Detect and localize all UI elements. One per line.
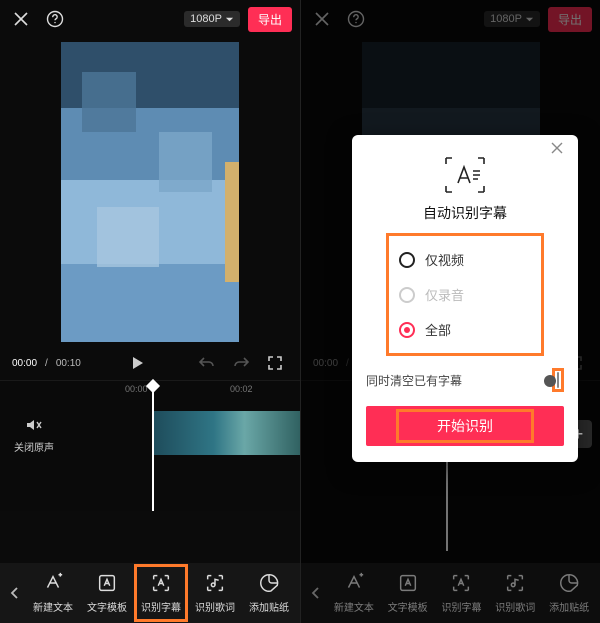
- tool-label: 识别歌词: [195, 599, 235, 614]
- tool-auto-subtitle: 识别字幕: [435, 566, 489, 620]
- redo-button[interactable]: [228, 350, 254, 376]
- modal-close-button[interactable]: [550, 141, 570, 161]
- time-current: 00:00: [12, 358, 37, 369]
- sticker-icon: [258, 572, 280, 594]
- export-button[interactable]: 导出: [248, 7, 292, 32]
- mute-label: 关闭原声: [14, 439, 54, 454]
- text-plus-icon: [343, 572, 365, 594]
- top-bar: 1080P 导出: [0, 0, 300, 38]
- preview-frame: [61, 42, 239, 342]
- lyrics-icon: [204, 572, 226, 594]
- speaker-mute-icon: [24, 415, 44, 435]
- resolution-label: 1080P: [190, 13, 222, 25]
- switch-highlight-box: [552, 368, 564, 392]
- timeline-clip[interactable]: [152, 411, 306, 455]
- tool-add-sticker: 添加贴纸: [542, 566, 596, 620]
- tool-auto-lyrics[interactable]: 识别歌词: [188, 566, 242, 620]
- tool-add-sticker[interactable]: 添加贴纸: [242, 566, 296, 620]
- mute-original-button[interactable]: 关闭原声: [14, 415, 54, 454]
- toolbar-back-button: [305, 563, 327, 623]
- editor-pane-left: 1080P 导出 00:00 / 00:10: [0, 0, 300, 623]
- chevron-down-icon: [225, 15, 234, 24]
- tool-label: 新建文本: [334, 599, 374, 614]
- timeline[interactable]: 00:00 00:02 关闭原声: [0, 380, 300, 511]
- option-label: 全部: [425, 320, 451, 339]
- undo-button[interactable]: [194, 350, 220, 376]
- template-icon: [96, 572, 118, 594]
- fullscreen-button[interactable]: [262, 350, 288, 376]
- ruler-tick-1: 00:02: [230, 384, 253, 394]
- auto-subtitle-icon: [450, 572, 472, 594]
- toolbar-back-button[interactable]: [4, 563, 26, 623]
- transport-bar: 00:00 / 00:10: [0, 346, 300, 380]
- tool-auto-lyrics: 识别歌词: [488, 566, 542, 620]
- tool-label: 添加贴纸: [549, 599, 589, 614]
- resolution-chip[interactable]: 1080P: [184, 11, 240, 27]
- help-icon[interactable]: [42, 6, 68, 32]
- radio-icon: [399, 287, 415, 303]
- video-preview[interactable]: [0, 38, 300, 346]
- ruler-tick-0: 00:00: [125, 384, 148, 394]
- option-audio-only: 仅录音: [399, 277, 531, 312]
- radio-icon: [399, 252, 415, 268]
- tool-text-template: 文字模板: [381, 566, 435, 620]
- text-plus-icon: [42, 572, 64, 594]
- playhead[interactable]: [152, 381, 154, 511]
- export-label: 导出: [258, 13, 282, 27]
- option-label: 仅录音: [425, 285, 464, 304]
- close-icon: [550, 141, 564, 155]
- tool-label: 新建文本: [33, 599, 73, 614]
- tool-text-template[interactable]: 文字模板: [80, 566, 134, 620]
- clear-label: 同时清空已有字幕: [366, 372, 462, 389]
- bottom-toolbar: 新建文本 文字模板 识别字幕 识别歌词 添加贴纸: [0, 563, 300, 623]
- time-total: 00:10: [56, 358, 81, 369]
- sticker-icon: [558, 572, 580, 594]
- highlight-box: [134, 564, 188, 622]
- tool-label: 文字模板: [388, 599, 428, 614]
- option-label: 仅视频: [425, 250, 464, 269]
- play-button[interactable]: [124, 350, 150, 376]
- tool-new-text: 新建文本: [327, 566, 381, 620]
- tool-label: 识别歌词: [495, 599, 535, 614]
- tool-label: 添加贴纸: [249, 599, 289, 614]
- clear-existing-row: 同时清空已有字幕: [366, 368, 564, 392]
- close-icon[interactable]: [8, 6, 34, 32]
- option-highlight-box: 仅视频 仅录音 全部: [386, 233, 544, 356]
- auto-subtitle-modal: 自动识别字幕 仅视频 仅录音 全部 同时清空已有字幕 开始识别: [352, 135, 578, 462]
- bottom-toolbar: 新建文本 文字模板 识别字幕 识别歌词 添加贴纸: [301, 563, 600, 623]
- option-all[interactable]: 全部: [399, 312, 531, 347]
- start-recognition-button[interactable]: 开始识别: [366, 406, 564, 446]
- tool-auto-subtitle[interactable]: 识别字幕: [134, 566, 188, 620]
- button-label: 开始识别: [437, 418, 493, 434]
- clear-existing-toggle[interactable]: [557, 372, 559, 388]
- radio-icon: [399, 322, 415, 338]
- tool-label: 识别字幕: [441, 599, 481, 614]
- tool-new-text[interactable]: 新建文本: [26, 566, 80, 620]
- modal-title: 自动识别字幕: [366, 203, 564, 223]
- lyrics-icon: [504, 572, 526, 594]
- modal-hero-icon: [366, 155, 564, 195]
- tool-label: 文字模板: [87, 599, 127, 614]
- option-video-only[interactable]: 仅视频: [399, 242, 531, 277]
- template-icon: [397, 572, 419, 594]
